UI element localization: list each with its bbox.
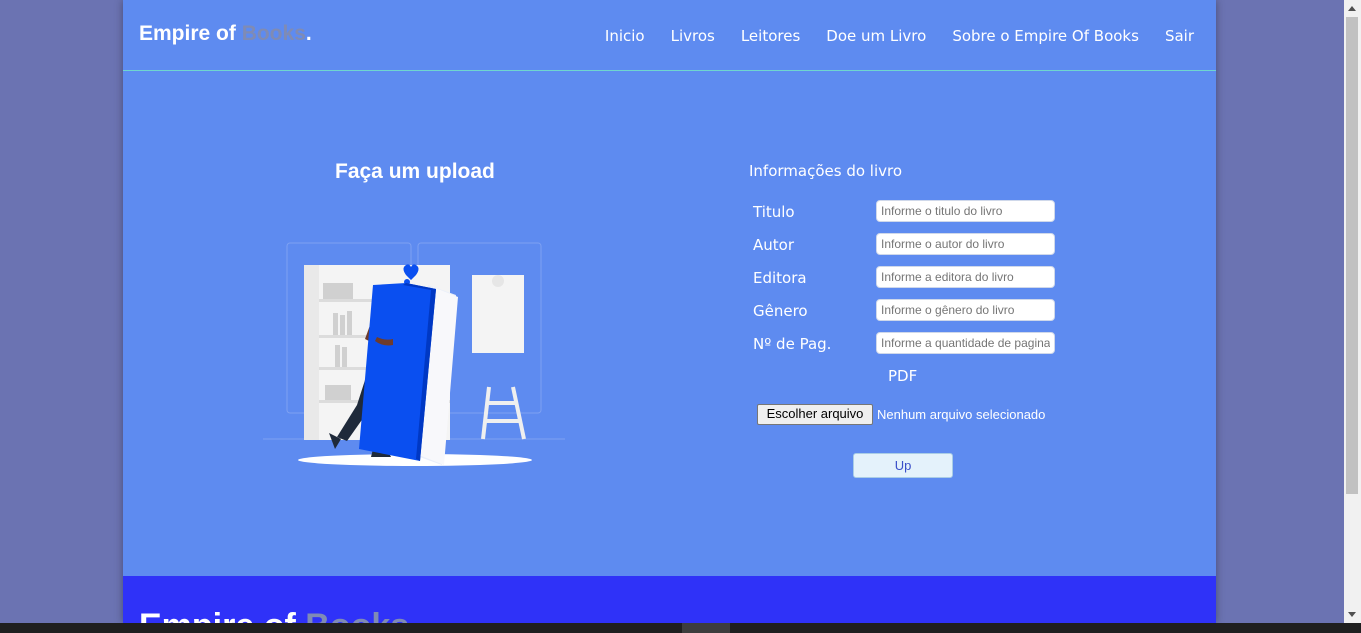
editora-label: Editora bbox=[753, 269, 807, 287]
nav-link-leitores[interactable]: Leitores bbox=[741, 27, 800, 45]
choose-file-button[interactable]: Escolher arquivo bbox=[757, 404, 873, 425]
brand-main: Empire of bbox=[139, 22, 242, 45]
upload-submit-button[interactable]: Up bbox=[853, 453, 953, 478]
paginas-label: Nº de Pag. bbox=[753, 335, 832, 353]
file-status-text: Nenhum arquivo selecionado bbox=[877, 407, 1046, 422]
scroll-up-icon[interactable] bbox=[1348, 6, 1356, 11]
nav-links: Inicio Livros Leitores Doe um Livro Sobr… bbox=[605, 27, 1194, 45]
taskbar-active-app[interactable] bbox=[682, 623, 730, 633]
footer-brand-main: Empire of bbox=[139, 607, 305, 623]
vertical-scrollbar[interactable] bbox=[1344, 0, 1361, 623]
navbar: Empire of Books. Inicio Livros Leitores … bbox=[123, 0, 1216, 71]
page-container: Empire of Books. Inicio Livros Leitores … bbox=[123, 0, 1216, 623]
editora-input[interactable] bbox=[876, 266, 1055, 288]
titulo-label: Titulo bbox=[753, 203, 795, 221]
os-taskbar bbox=[0, 623, 1361, 633]
footer-brand-accent: Books bbox=[305, 607, 409, 623]
nav-link-livros[interactable]: Livros bbox=[671, 27, 715, 45]
autor-input[interactable] bbox=[876, 233, 1055, 255]
book-info-title: Informações do livro bbox=[749, 162, 903, 180]
nav-link-sair[interactable]: Sair bbox=[1165, 27, 1194, 45]
footer: Empire of Books bbox=[123, 576, 1216, 623]
autor-label: Autor bbox=[753, 236, 794, 254]
brand-accent: Books bbox=[241, 22, 306, 45]
nav-link-doe-um-livro[interactable]: Doe um Livro bbox=[826, 27, 926, 45]
book-illustration bbox=[263, 242, 565, 466]
nav-link-inicio[interactable]: Inicio bbox=[605, 27, 645, 45]
nav-link-sobre[interactable]: Sobre o Empire Of Books bbox=[952, 27, 1139, 45]
paginas-input[interactable] bbox=[876, 332, 1055, 354]
genero-label: Gênero bbox=[753, 302, 808, 320]
brand-logo[interactable]: Empire of Books. bbox=[139, 22, 312, 46]
footer-brand: Empire of Books bbox=[139, 607, 409, 623]
titulo-input[interactable] bbox=[876, 200, 1055, 222]
scroll-down-icon[interactable] bbox=[1348, 612, 1356, 617]
genero-input[interactable] bbox=[876, 299, 1055, 321]
pdf-label: PDF bbox=[888, 367, 918, 385]
brand-dot: . bbox=[305, 22, 312, 45]
upload-title: Faça um upload bbox=[335, 160, 495, 183]
scrollbar-thumb[interactable] bbox=[1346, 17, 1358, 494]
